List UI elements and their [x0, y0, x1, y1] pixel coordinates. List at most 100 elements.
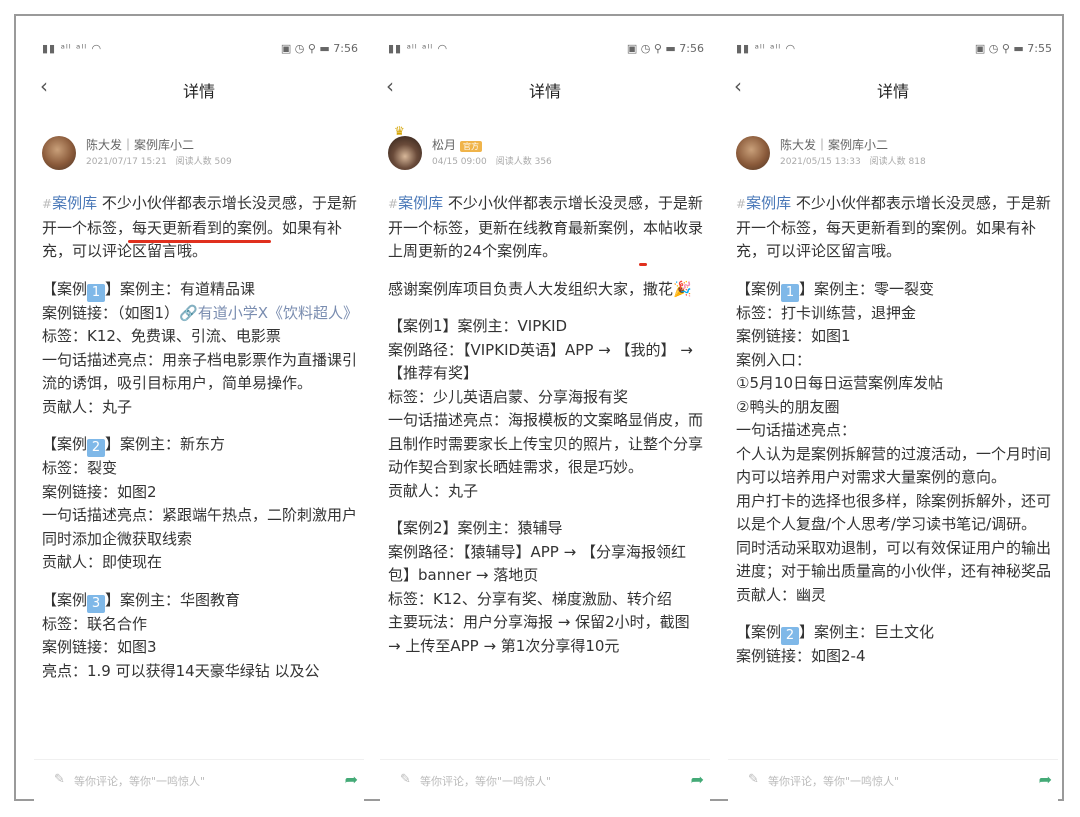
comment-input[interactable]: 等你评论，等你"一鸣惊人"	[768, 773, 899, 789]
status-bar: ▮▮ ᵃˡˡ ᵃˡˡ ◠ ▣ ◷ ⚲ ▬ 7:56	[380, 32, 710, 60]
intro-paragraph: #案例库 不少小伙伴都表示增长没灵感，于是新开一个标签，每天更新看到的案例。如果…	[736, 194, 1051, 260]
number-1-icon: 1	[781, 283, 800, 302]
intro-paragraph: #案例库 不少小伙伴都表示增长没灵感，于是新开一个标签，每天更新看到的案例。如果…	[42, 194, 357, 260]
highlight-underline: 每天更新看到的案例	[132, 218, 268, 237]
signal-icon: ▮▮ ᵃˡˡ ᵃˡˡ ◠	[736, 42, 797, 55]
status-bar: ▮▮ ᵃˡˡ ᵃˡˡ ◠ ▣ ◷ ⚲ ▬ 7:55	[728, 32, 1058, 60]
avatar[interactable]	[388, 136, 422, 170]
post-body: #案例库 不少小伙伴都表示增长没灵感，于是新开一个标签，每天更新看到的案例。如果…	[736, 192, 1054, 758]
case-heading: 【案例 3 】案例主：华图教育	[42, 590, 241, 613]
case-heading: 【案例 1 】案例主：有道精品课	[42, 279, 256, 302]
case-link: 案例链接：如图3	[42, 638, 157, 656]
case-desc: 用户打卡的选择也很多样，除案例拆解外，还可以是个人复盘/个人思考/学习读书笔记/…	[736, 491, 1052, 534]
number-3-icon: 3	[87, 594, 106, 613]
hashtag-icon: #	[388, 197, 399, 211]
nav-bar: ‹ 详情	[728, 72, 1058, 106]
case-contributor: 贡献人：即使现在	[42, 553, 163, 571]
number-2-icon: 2	[87, 439, 106, 457]
nav-bar: ‹ 详情	[34, 72, 364, 106]
official-badge: 官方	[460, 141, 483, 152]
author-name[interactable]: 陈大发｜案例库小二	[780, 136, 888, 153]
thanks-line: 感谢案例库项目负责人大发组织大家，撒花🎉	[388, 279, 692, 298]
author-row: ♛ 松月 官方 04/15 09:00 阅读人数 356	[388, 124, 710, 180]
topic-link[interactable]: 案例库	[398, 194, 443, 212]
case-heading: 【案例2】案例主：猿辅导	[388, 519, 563, 537]
topic-link[interactable]: 案例库	[52, 194, 97, 212]
link-icon: 🔗	[179, 303, 198, 322]
author-name[interactable]: 松月	[432, 138, 456, 152]
case-link: 案例链接：（如图1）🔗有道小学X《饮料超人》	[42, 303, 359, 322]
case-entry: 案例入口：	[736, 350, 812, 369]
pen-icon: ✎	[400, 772, 411, 787]
case-tags: 标签：打卡训练营，退押金	[736, 303, 917, 322]
status-icons: ▣ ◷ ⚲ ▬	[974, 42, 1028, 55]
pen-icon: ✎	[54, 772, 65, 787]
case-contributor: 贡献人：丸子	[42, 397, 133, 416]
case-desc-heading: 一句话描述亮点：	[736, 421, 857, 439]
case-tags: 标签：K12、免费课、引流、电影票	[42, 327, 281, 345]
case-link-anchor[interactable]: 有道小学X《饮料超人》	[198, 304, 358, 322]
share-icon[interactable]: ➦	[691, 770, 704, 789]
comment-bar[interactable]: ✎ 等你评论，等你"一鸣惊人" ➦	[728, 759, 1058, 802]
phone-panel-1: ▮▮ ᵃˡˡ ᵃˡˡ ◠ ▣ ◷ ⚲ ▬ 7:56 ‹ 详情 陈大发｜案例库小二…	[34, 32, 364, 802]
case-tags: 标签：联名合作	[42, 614, 148, 633]
post-meta: 2021/07/17 15:21 阅读人数 509	[86, 157, 232, 167]
status-icons: ▣ ◷ ⚲ ▬	[626, 42, 680, 55]
comment-bar[interactable]: ✎ 等你评论，等你"一鸣惊人" ➦	[34, 759, 364, 802]
phone-panel-2: ▮▮ ᵃˡˡ ᵃˡˡ ◠ ▣ ◷ ⚲ ▬ 7:56 ‹ 详情 ♛ 松月 官方 04…	[380, 32, 710, 802]
avatar[interactable]	[42, 136, 76, 170]
case-desc: 一句话描述亮点：用亲子档电影票作为直播课引流的诱饵，吸引目标用户，简单易操作。	[42, 350, 358, 393]
author-row: 陈大发｜案例库小二 2021/07/17 15:21 阅读人数 509	[42, 136, 364, 180]
case-desc: 一句话描述亮点：海报模板的文案略显俏皮，而且制作时需要家长上传宝贝的照片，让整个…	[388, 411, 704, 476]
intro-paragraph: #案例库 不少小伙伴都表示增长没灵感，于是新开一个标签，更新在线教育最新案例，本…	[388, 194, 704, 260]
share-icon[interactable]: ➦	[1039, 770, 1052, 789]
case-play: 主要玩法：用户分享海报 → 保留2小时，截图 → 上传至APP → 第1次分享得…	[388, 613, 690, 655]
crown-icon: ♛	[394, 124, 405, 138]
page-title: 详情	[182, 82, 215, 101]
status-time: 7:55	[1027, 42, 1052, 55]
comment-input[interactable]: 等你评论，等你"一鸣惊人"	[74, 773, 205, 789]
case-entry-item: ②鸭头的朋友圈	[736, 397, 840, 416]
status-bar: ▮▮ ᵃˡˡ ᵃˡˡ ◠ ▣ ◷ ⚲ ▬ 7:56	[34, 32, 364, 60]
nav-bar: ‹ 详情	[380, 72, 710, 106]
comment-input[interactable]: 等你评论，等你"一鸣惊人"	[420, 773, 551, 789]
status-time: 7:56	[679, 42, 704, 55]
topic-link[interactable]: 案例库	[746, 194, 791, 212]
post-body: #案例库 不少小伙伴都表示增长没灵感，于是新开一个标签，更新在线教育最新案例，本…	[388, 192, 706, 758]
case-contributor: 贡献人：丸子	[388, 481, 479, 500]
case-path: 案例路径：【VIPKID英语】APP → 【我的】 → 【推荐有奖】	[388, 340, 693, 383]
screenshot-collage: ▮▮ ᵃˡˡ ᵃˡˡ ◠ ▣ ◷ ⚲ ▬ 7:56 ‹ 详情 陈大发｜案例库小二…	[14, 14, 1064, 802]
signal-icon: ▮▮ ᵃˡˡ ᵃˡˡ ◠	[388, 42, 449, 55]
hashtag-icon: #	[42, 197, 53, 211]
status-time: 7:56	[333, 42, 358, 55]
case-contributor: 贡献人：幽灵	[736, 585, 827, 604]
pen-icon: ✎	[748, 772, 759, 787]
case-desc: 同时活动采取劝退制，可以有效保证用户的输出进度；对于输出质量高的小伙伴，还有神秘…	[736, 538, 1052, 581]
status-icons: ▣ ◷ ⚲ ▬	[280, 42, 334, 55]
phone-panel-3: ▮▮ ᵃˡˡ ᵃˡˡ ◠ ▣ ◷ ⚲ ▬ 7:55 ‹ 详情 陈大发｜案例库小二…	[728, 32, 1058, 802]
number-1-icon: 1	[87, 283, 106, 302]
signal-icon: ▮▮ ᵃˡˡ ᵃˡˡ ◠	[42, 42, 103, 55]
page-title: 详情	[876, 82, 909, 101]
case-heading: 【案例 2 】案例主：新东方	[42, 435, 226, 457]
case-tags: 标签：裂变	[42, 459, 118, 477]
author-name[interactable]: 陈大发｜案例库小二	[86, 136, 194, 153]
case-heading: 【案例 1 】案例主：零一裂变	[736, 279, 935, 302]
case-link: 案例链接：如图1	[736, 327, 851, 345]
number-2-icon: 2	[781, 627, 800, 645]
page-title: 详情	[528, 82, 561, 101]
share-icon[interactable]: ➦	[345, 770, 358, 789]
case-tags: 标签：少儿英语启蒙、分享海报有奖	[388, 387, 629, 406]
case-heading: 【案例1】案例主：VIPKID	[388, 317, 568, 335]
post-body: #案例库 不少小伙伴都表示增长没灵感，于是新开一个标签，每天更新看到的案例。如果…	[42, 192, 360, 758]
case-path: 案例路径：【猿辅导】APP → 【分享海报领红包】banner → 落地页	[388, 542, 686, 585]
case-entry-item: ①5月10日每日运营案例库发帖	[736, 374, 944, 392]
case-link: 案例链接：如图2	[42, 482, 157, 501]
case-link: 案例链接：如图2-4	[736, 647, 866, 665]
comment-bar[interactable]: ✎ 等你评论，等你"一鸣惊人" ➦	[380, 759, 710, 802]
avatar[interactable]	[736, 136, 770, 170]
case-tags: 标签：K12、分享有奖、梯度激励、转介绍	[388, 589, 672, 608]
author-row: 陈大发｜案例库小二 2021/05/15 13:33 阅读人数 818	[736, 136, 1058, 180]
hashtag-icon: #	[736, 197, 747, 211]
case-heading: 【案例 2 】案例主：巨土文化	[736, 623, 935, 645]
